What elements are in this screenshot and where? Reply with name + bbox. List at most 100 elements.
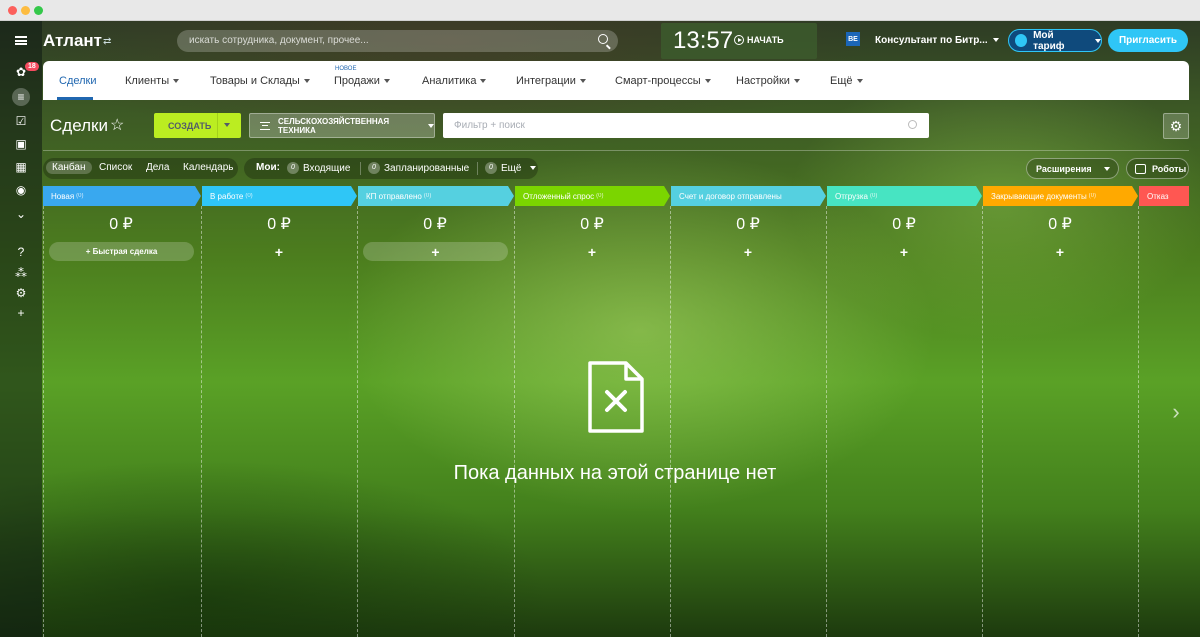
extensions-button[interactable]: Расширения (1026, 158, 1119, 179)
my-counters: Мои: 0 Входящие 0 Запланированные 0 Ещё (244, 158, 538, 179)
view-list[interactable]: Список (99, 162, 132, 173)
add-deal-button[interactable]: + (514, 245, 670, 259)
my-more[interactable]: 0 Ещё (485, 162, 537, 174)
new-badge: НОВОЕ (335, 66, 357, 72)
sitemap-icon[interactable]: ⁂ (13, 265, 29, 281)
stage-sum: 0 ₽ (892, 216, 916, 233)
my-incoming[interactable]: 0 Входящие (287, 162, 350, 174)
nav-deals[interactable]: Сделки (59, 75, 97, 87)
create-label: СОЗДАТЬ (168, 121, 212, 131)
filter-icon[interactable]: ≡ (12, 88, 30, 106)
chevron-down-icon (173, 79, 180, 84)
stage-sum: 0 ₽ (423, 216, 447, 233)
separator (360, 162, 361, 175)
stage-name: Отложенный спрос (523, 191, 595, 201)
star-icon[interactable]: ☆ (110, 115, 124, 135)
add-deal-button[interactable]: + (201, 245, 357, 259)
view-activities[interactable]: Дела (146, 162, 169, 173)
calendar-icon[interactable]: ▦ (13, 159, 29, 175)
stage-sum: 0 ₽ (267, 216, 291, 233)
menu-icon[interactable] (15, 36, 27, 45)
stage-invoice-sent[interactable]: Счет и договор отправлены (671, 186, 826, 206)
add-deal-button[interactable]: + (363, 242, 508, 261)
stage-shipment[interactable]: Отгрузка (0) (827, 186, 982, 206)
filter-input[interactable]: Фильтр + поиск (443, 113, 929, 138)
chevron-down-icon (579, 79, 586, 84)
column-divider (670, 206, 671, 637)
start-button[interactable]: НАЧАТЬ (734, 35, 784, 45)
maximize-dot[interactable] (34, 6, 43, 15)
stage-name: Отгрузка (835, 191, 868, 201)
stage-new[interactable]: Новая (0) (43, 186, 201, 206)
minimize-dot[interactable] (21, 6, 30, 15)
stage-offer-sent[interactable]: КП отправлено (0) (358, 186, 514, 206)
chevron-down-icon[interactable] (224, 123, 230, 127)
column-divider (201, 206, 202, 637)
chevron-down-icon (793, 79, 800, 84)
view-calendar[interactable]: Календарь (183, 162, 233, 173)
chevron-down-icon (428, 123, 434, 128)
more-down-icon[interactable]: ⌄ (13, 206, 29, 222)
stage-count: (0) (596, 193, 604, 199)
add-deal-button[interactable]: + (826, 245, 982, 259)
search-icon[interactable] (908, 120, 917, 129)
tariff-button[interactable]: Мой тариф (1008, 29, 1102, 52)
category-select[interactable]: СЕЛЬСКОХОЗЯЙСТВЕННАЯ ТЕХНИКА (249, 113, 435, 138)
chevron-down-icon (1095, 38, 1101, 43)
nav-sales[interactable]: Продажи (334, 75, 390, 87)
extensions-label: Расширения (1036, 163, 1092, 174)
nav-more-label: Ещё (830, 75, 853, 87)
column-divider (357, 206, 358, 637)
view-kanban[interactable]: Канбан (46, 161, 92, 174)
add-deal-button[interactable]: + (982, 245, 1138, 259)
tasks-icon[interactable]: ☑ (13, 113, 29, 129)
settings-gear-button[interactable]: ⚙ (1163, 113, 1189, 139)
quick-deal-button[interactable]: + Быстрая сделка (49, 242, 194, 261)
robot-icon (1135, 164, 1146, 174)
nav-clients[interactable]: Клиенты (125, 75, 180, 87)
stage-arrow (508, 186, 514, 206)
my-planned[interactable]: 0 Запланированные (368, 162, 469, 174)
nav-analytics[interactable]: Аналитика (422, 75, 487, 87)
counter: 0 (368, 162, 380, 174)
stage-name: Счет и договор отправлены (679, 191, 782, 201)
stage-closing-docs[interactable]: Закрывающие документы (0) (983, 186, 1138, 206)
close-dot[interactable] (8, 6, 17, 15)
nav-clients-label: Клиенты (125, 75, 170, 87)
scroll-right-icon[interactable]: › (1164, 390, 1188, 434)
filter-placeholder: Фильтр + поиск (454, 120, 525, 131)
clock: 13:57 (673, 27, 734, 54)
search-input[interactable]: искать сотрудника, документ, прочее... (177, 30, 618, 52)
nav-goods[interactable]: Товары и Склады (210, 75, 310, 87)
nav-more[interactable]: Ещё (830, 75, 863, 87)
swap-icon[interactable]: ⇄ (103, 36, 111, 47)
gear-icon[interactable]: ⚙ (13, 285, 29, 301)
stage-name: В работе (210, 191, 244, 201)
stage-in-progress[interactable]: В работе (0) (202, 186, 357, 206)
search-icon[interactable] (598, 34, 608, 44)
worktime-widget[interactable]: 13:57 НАЧАТЬ (661, 23, 817, 59)
contacts-icon[interactable]: ▣ (13, 136, 29, 152)
stage-rejected[interactable]: Отказ (1139, 186, 1189, 206)
nav-settings[interactable]: Настройки (736, 75, 800, 87)
consultant-link[interactable]: Консультант по Битр... (875, 35, 999, 46)
stage-count: (0) (1088, 193, 1097, 199)
target-icon[interactable]: ◉ (13, 182, 29, 198)
logo[interactable]: Атлант (43, 31, 102, 51)
nav-smart-processes[interactable]: Смарт-процессы (615, 75, 711, 87)
funnel-icon (260, 122, 270, 130)
browser-titlebar (0, 0, 1200, 21)
robots-button[interactable]: Роботы (1126, 158, 1189, 179)
stage-deferred[interactable]: Отложенный спрос (0) (515, 186, 670, 206)
add-deal-button[interactable]: + (670, 245, 826, 259)
invite-button[interactable]: Пригласить (1108, 29, 1188, 52)
stage-name: Отказ (1147, 191, 1169, 201)
stage-sum: 0 ₽ (109, 216, 133, 233)
nav-integrations[interactable]: Интеграции (516, 75, 586, 87)
help-icon[interactable]: ? (13, 244, 29, 260)
create-button[interactable]: СОЗДАТЬ (154, 113, 241, 138)
view-switcher: Канбан Список Дела Календарь (43, 158, 238, 179)
consultant-logo-icon[interactable]: BE (846, 32, 860, 46)
add-icon[interactable]: + (13, 305, 29, 321)
my-incoming-label: Входящие (303, 162, 351, 174)
